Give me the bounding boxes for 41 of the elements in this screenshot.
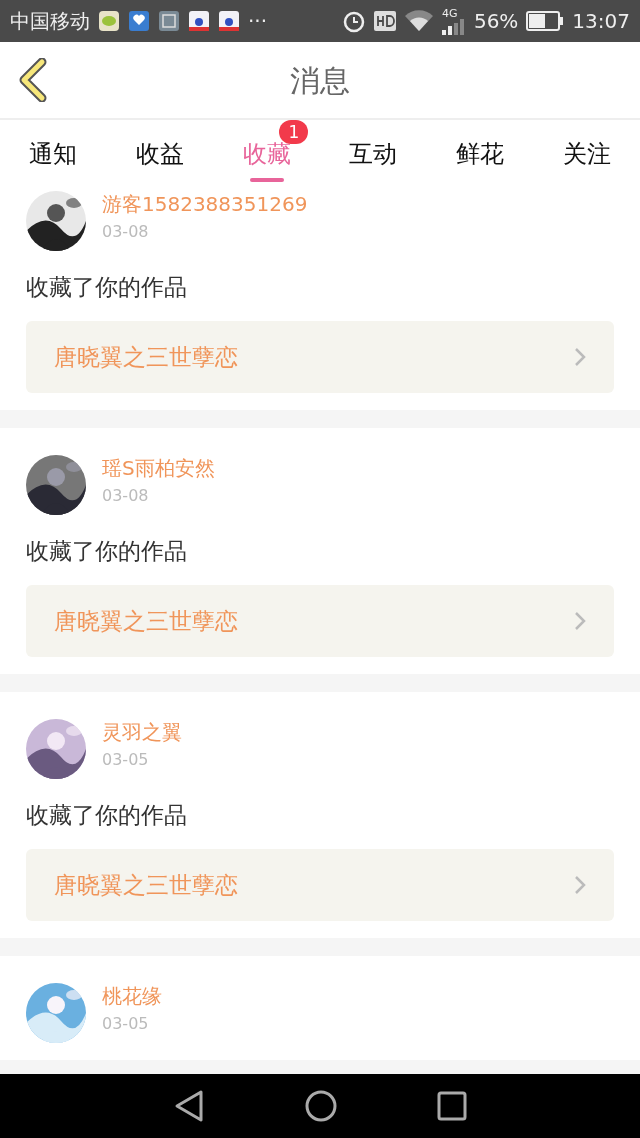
message-date: 03-05 <box>102 1013 150 1035</box>
network-type: 4G <box>441 7 458 19</box>
recent-apps-icon[interactable] <box>437 1091 467 1121</box>
health-app-icon <box>128 10 150 32</box>
message-date: 03-05 <box>102 749 150 771</box>
wifi-icon <box>403 10 434 32</box>
message-text: 收藏了你的作品 <box>26 801 188 830</box>
battery-percent: 56% <box>473 8 519 35</box>
chevron-right-icon <box>574 347 586 367</box>
back-icon[interactable] <box>173 1089 205 1123</box>
carrier-name: 中国移动 <box>10 8 90 35</box>
signal-icon <box>441 18 466 35</box>
alarm-icon <box>341 9 366 33</box>
chevron-right-icon <box>574 875 586 895</box>
message-text: 收藏了你的作品 <box>26 273 188 302</box>
tab[interactable]: 关注 <box>533 120 640 185</box>
message-date: 03-08 <box>102 485 150 507</box>
battery-icon <box>526 11 565 31</box>
tab[interactable]: 互动 <box>320 120 427 185</box>
overflow-indicator: ··· <box>248 8 268 35</box>
clock-time: 13:07 <box>572 8 630 35</box>
tab[interactable]: 通知 <box>0 120 107 185</box>
back-icon[interactable] <box>18 58 48 102</box>
chevron-right-icon <box>574 611 586 631</box>
user-name[interactable]: 游客1582388351269 <box>102 191 308 217</box>
user-name[interactable]: 瑶S雨柏安然 <box>102 455 215 481</box>
image-icon <box>158 10 180 32</box>
tab[interactable]: 收藏 1 <box>213 120 320 185</box>
page-title: 消息 <box>290 61 350 100</box>
work-link[interactable]: 唐晓翼之三世孽恋 <box>26 849 614 921</box>
message-text: 收藏了你的作品 <box>26 537 188 566</box>
hd-icon <box>373 11 396 31</box>
tab[interactable]: 鲜花 <box>426 120 534 185</box>
tab[interactable]: 收益 <box>106 120 214 185</box>
user-name[interactable]: 桃花缘 <box>102 983 162 1009</box>
work-link[interactable]: 唐晓翼之三世孽恋 <box>26 321 614 393</box>
chat-app-icon <box>98 10 120 32</box>
work-link[interactable]: 唐晓翼之三世孽恋 <box>26 585 614 657</box>
user-name[interactable]: 灵羽之翼 <box>102 719 182 745</box>
message-date: 03-08 <box>102 221 150 243</box>
home-icon[interactable] <box>305 1090 337 1122</box>
